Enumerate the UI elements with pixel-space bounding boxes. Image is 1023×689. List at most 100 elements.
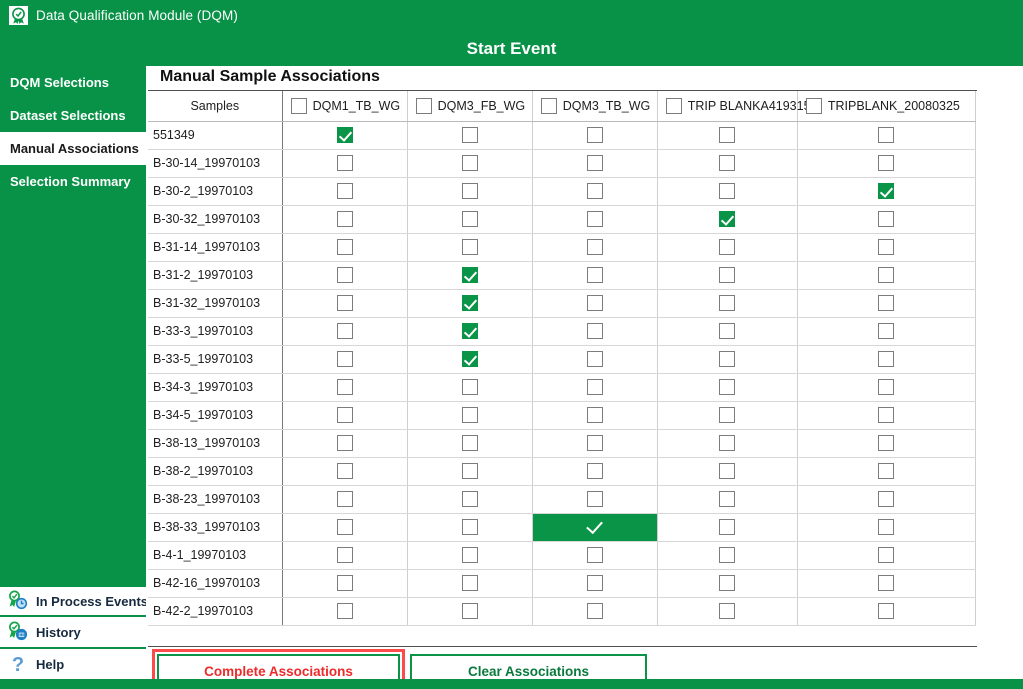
association-checkbox[interactable] (462, 323, 478, 339)
association-checkbox[interactable] (587, 379, 603, 395)
association-checkbox[interactable] (878, 183, 894, 199)
association-checkbox[interactable] (462, 463, 478, 479)
association-checkbox[interactable] (337, 603, 353, 619)
association-cell[interactable] (797, 485, 975, 513)
sample-name-cell[interactable]: 551349 (148, 121, 282, 149)
association-cell[interactable] (407, 457, 532, 485)
association-cell[interactable] (532, 429, 657, 457)
association-checkbox[interactable] (587, 239, 603, 255)
association-checkbox[interactable] (337, 211, 353, 227)
sidebar-item-dataset-selections[interactable]: Dataset Selections (0, 99, 146, 132)
association-checkbox[interactable] (462, 603, 478, 619)
association-checkbox[interactable] (878, 127, 894, 143)
association-checkbox[interactable] (462, 127, 478, 143)
association-checkbox[interactable] (587, 295, 603, 311)
association-cell[interactable] (407, 121, 532, 149)
association-checkbox[interactable] (719, 323, 735, 339)
association-checkbox[interactable] (587, 155, 603, 171)
association-checkbox[interactable] (462, 183, 478, 199)
association-cell[interactable] (407, 177, 532, 205)
association-cell[interactable] (407, 289, 532, 317)
association-checkbox[interactable] (587, 211, 603, 227)
association-cell[interactable] (407, 429, 532, 457)
association-cell[interactable] (797, 317, 975, 345)
association-checkbox[interactable] (337, 295, 353, 311)
association-cell[interactable] (797, 457, 975, 485)
sample-name-cell[interactable]: B-30-2_19970103 (148, 177, 282, 205)
sidebar-bottom-item-help[interactable]: ?Help (0, 649, 146, 681)
association-checkbox[interactable] (878, 603, 894, 619)
association-cell[interactable] (797, 345, 975, 373)
sidebar-item-selection-summary[interactable]: Selection Summary (0, 165, 146, 198)
association-cell[interactable] (282, 569, 407, 597)
association-cell[interactable] (282, 177, 407, 205)
column-select-all-checkbox[interactable] (291, 98, 307, 114)
sample-name-cell[interactable]: B-30-14_19970103 (148, 149, 282, 177)
association-cell[interactable] (282, 429, 407, 457)
association-checkbox[interactable] (337, 323, 353, 339)
association-checkbox[interactable] (462, 239, 478, 255)
association-cell[interactable] (282, 205, 407, 233)
association-cell[interactable] (532, 121, 657, 149)
association-cell[interactable] (407, 261, 532, 289)
association-cell[interactable] (532, 177, 657, 205)
association-cell[interactable] (532, 289, 657, 317)
association-cell[interactable] (407, 485, 532, 513)
association-cell[interactable] (282, 317, 407, 345)
association-cell[interactable] (657, 317, 797, 345)
association-checkbox[interactable] (878, 407, 894, 423)
association-cell[interactable] (797, 149, 975, 177)
association-checkbox[interactable] (462, 575, 478, 591)
sample-name-cell[interactable]: B-4-1_19970103 (148, 541, 282, 569)
association-cell[interactable] (407, 345, 532, 373)
association-checkbox[interactable] (462, 519, 478, 535)
association-checkbox[interactable] (587, 491, 603, 507)
association-cell[interactable] (282, 373, 407, 401)
association-cell[interactable] (657, 205, 797, 233)
association-cell[interactable] (407, 205, 532, 233)
association-checkbox[interactable] (719, 127, 735, 143)
association-cell[interactable] (532, 485, 657, 513)
association-cell[interactable] (532, 233, 657, 261)
association-checkbox[interactable] (719, 407, 735, 423)
associations-table-scroll[interactable]: SamplesDQM1_TB_WGDQM3_FB_WGDQM3_TB_WGTRI… (148, 90, 977, 647)
association-cell[interactable] (282, 233, 407, 261)
association-cell-selected[interactable] (532, 513, 657, 541)
association-cell[interactable] (657, 541, 797, 569)
association-cell[interactable] (407, 401, 532, 429)
association-cell[interactable] (407, 233, 532, 261)
sample-name-cell[interactable]: B-31-14_19970103 (148, 233, 282, 261)
association-checkbox[interactable] (587, 547, 603, 563)
association-cell[interactable] (532, 569, 657, 597)
association-checkbox[interactable] (337, 575, 353, 591)
association-cell[interactable] (282, 485, 407, 513)
association-cell[interactable] (797, 597, 975, 625)
association-checkbox[interactable] (878, 351, 894, 367)
association-cell[interactable] (657, 345, 797, 373)
association-cell[interactable] (532, 205, 657, 233)
association-cell[interactable] (282, 541, 407, 569)
association-checkbox[interactable] (587, 183, 603, 199)
association-checkbox[interactable] (719, 295, 735, 311)
association-cell[interactable] (657, 513, 797, 541)
sidebar-item-manual-associations[interactable]: Manual Associations (0, 132, 146, 165)
sample-name-cell[interactable]: B-31-32_19970103 (148, 289, 282, 317)
association-cell[interactable] (797, 569, 975, 597)
association-checkbox[interactable] (719, 603, 735, 619)
association-cell[interactable] (532, 261, 657, 289)
association-cell[interactable] (797, 205, 975, 233)
association-checkbox[interactable] (462, 491, 478, 507)
association-checkbox[interactable] (878, 519, 894, 535)
association-checkbox[interactable] (337, 463, 353, 479)
association-checkbox[interactable] (337, 547, 353, 563)
association-checkbox[interactable] (719, 575, 735, 591)
association-checkbox[interactable] (719, 211, 735, 227)
association-checkbox[interactable] (878, 323, 894, 339)
association-checkbox[interactable] (878, 491, 894, 507)
association-checkbox[interactable] (587, 575, 603, 591)
association-cell[interactable] (407, 373, 532, 401)
sidebar-bottom-item-history[interactable]: History (0, 617, 146, 649)
association-checkbox[interactable] (462, 155, 478, 171)
association-cell[interactable] (282, 121, 407, 149)
association-cell[interactable] (282, 261, 407, 289)
